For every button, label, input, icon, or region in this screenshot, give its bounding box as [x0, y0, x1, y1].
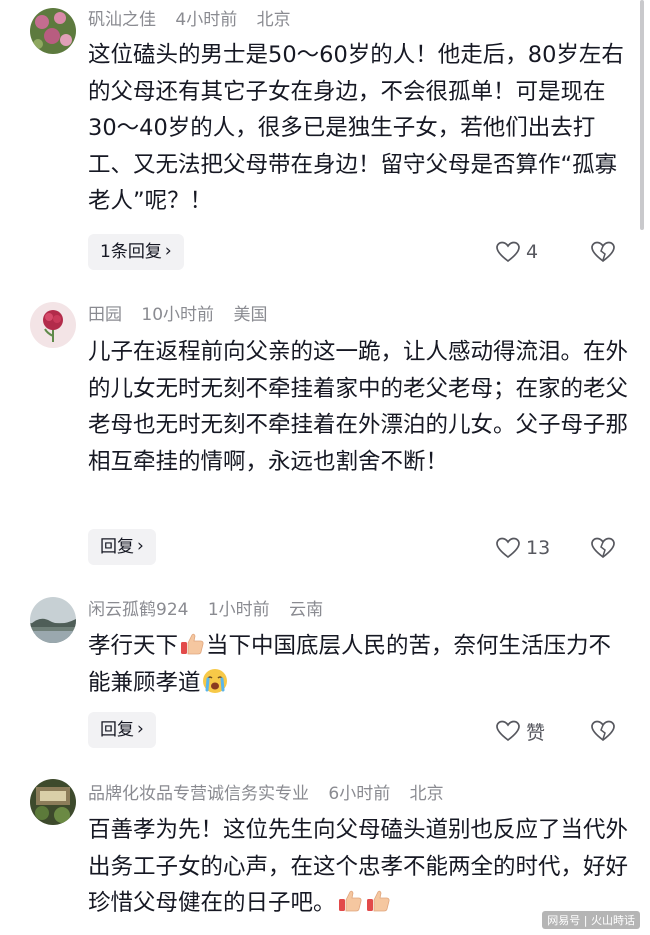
avatar[interactable] [30, 779, 76, 825]
landscape-avatar-icon [30, 597, 76, 643]
broken-heart-icon [591, 720, 615, 742]
comment-location: 云南 [289, 600, 324, 620]
reply-button[interactable]: 1条回复 › [88, 234, 184, 270]
broken-heart-icon [591, 241, 615, 263]
garden-avatar-icon [30, 779, 76, 825]
reply-button[interactable]: 回复 › [88, 529, 156, 565]
comment-time: 1小时前 [207, 600, 270, 620]
reply-button[interactable]: 回复 › [88, 712, 156, 748]
heart-outline-icon [496, 241, 520, 263]
comment-time: 4小时前 [175, 10, 238, 30]
like-count: 赞 [526, 721, 546, 744]
comment-text: 孝行天下 当下中国底层人民的苦，奈何生活压力不能兼顾孝道 [88, 628, 628, 701]
comment-meta: 闲云孤鹤924 1小时前 云南 [88, 598, 337, 622]
scrollbar[interactable] [640, 0, 644, 230]
thumbs-up-emoji-icon [338, 890, 361, 912]
comment-text: 这位磕头的男士是50～60岁的人！他走后，80岁左右的父母还有其它子女在身边，不… [88, 42, 624, 214]
chevron-right-icon: › [137, 719, 144, 739]
thumbs-up-emoji-icon [181, 633, 204, 655]
avatar[interactable] [30, 302, 76, 348]
username[interactable]: 矾汕之佳 [88, 10, 156, 30]
reply-label: 1条回复 [100, 242, 162, 262]
watermark: 网易号 | 火山時话 [542, 911, 640, 929]
pink-flower-avatar-icon [30, 302, 76, 348]
comment-meta: 品牌化妆品专营诚信务实专业 6小时前 北京 [88, 782, 458, 806]
like-button[interactable]: 赞 [496, 716, 545, 746]
chevron-right-icon: › [137, 536, 144, 556]
crying-face-emoji-icon [202, 668, 227, 693]
heart-outline-icon [496, 720, 520, 742]
avatar[interactable] [30, 8, 76, 54]
comment-location: 美国 [233, 305, 268, 325]
dislike-button[interactable] [591, 237, 615, 267]
username[interactable]: 品牌化妆品专营诚信务实专业 [88, 784, 309, 804]
dislike-button[interactable] [591, 533, 615, 563]
dislike-button[interactable] [591, 716, 615, 746]
username[interactable]: 闲云孤鹤924 [88, 600, 188, 620]
comment-text-part1: 孝行天下 [88, 633, 179, 659]
comment-time: 10小时前 [141, 305, 215, 325]
comment-text: 儿子在返程前向父亲的这一跪，让人感动得流泪。在外的儿女无时无刻不牵挂着家中的老父… [88, 339, 629, 475]
comment-location: 北京 [256, 10, 291, 30]
like-button[interactable]: 4 [496, 237, 538, 267]
heart-outline-icon [496, 537, 520, 559]
thumbs-up-emoji-icon [366, 890, 389, 912]
like-count: 4 [526, 241, 539, 263]
avatar[interactable] [30, 597, 76, 643]
comment-meta: 矾汕之佳 4小时前 北京 [88, 8, 305, 32]
like-button[interactable]: 13 [496, 533, 550, 563]
broken-heart-icon [591, 537, 615, 559]
reply-label: 回复 [100, 537, 134, 557]
comment-location: 北京 [409, 784, 444, 804]
chevron-right-icon: › [164, 241, 172, 261]
username[interactable]: 田园 [88, 305, 122, 325]
comment-meta: 田园 10小时前 美国 [88, 303, 281, 327]
comment-text: 百善孝为先！这位先生向父母磕头道别也反应了当代外出务工子女的心声，在这个忠孝不能… [88, 812, 628, 922]
reply-label: 回复 [100, 720, 134, 740]
like-count: 13 [526, 537, 551, 559]
comment-time: 6小时前 [328, 784, 391, 804]
flower-photo-avatar-icon [30, 8, 76, 54]
